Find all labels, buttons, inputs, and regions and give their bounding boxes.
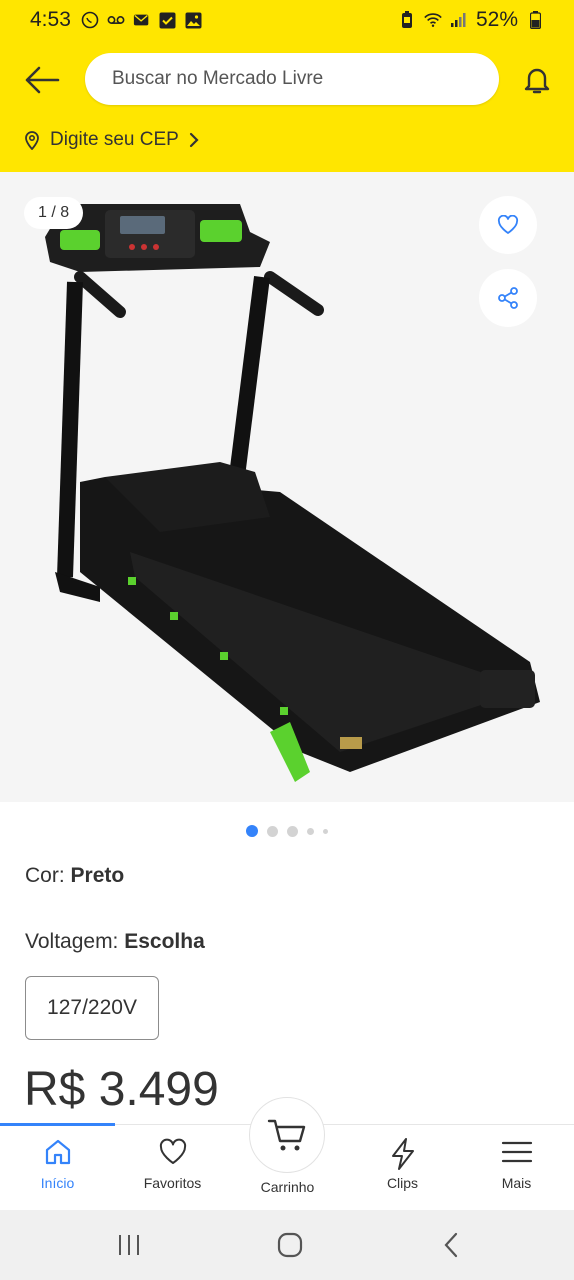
wifi-icon <box>424 12 442 28</box>
battery-icon <box>526 11 544 29</box>
share-button[interactable] <box>479 269 537 327</box>
nav-clips[interactable]: Clips <box>345 1137 460 1191</box>
product-price: R$ 3.499 <box>24 1063 219 1116</box>
cart-icon <box>267 1119 306 1151</box>
product-gallery[interactable]: 1 / 8 <box>0 172 574 802</box>
recent-apps-button[interactable] <box>109 1228 149 1262</box>
nav-favorites-label: Favoritos <box>143 1175 202 1191</box>
home-circle-icon <box>277 1232 303 1258</box>
system-status-icons: 52% <box>398 8 544 32</box>
pagination-dot-active <box>246 825 258 837</box>
search-input[interactable]: Buscar no Mercado Livre <box>85 53 499 105</box>
email-icon <box>133 12 151 28</box>
voicemail-icon <box>107 12 125 28</box>
color-label: Cor: <box>25 864 71 887</box>
gallery-pagination <box>0 825 574 837</box>
search-placeholder: Buscar no Mercado Livre <box>112 68 324 89</box>
notification-icons <box>81 11 203 29</box>
image-counter: 1 / 8 <box>24 197 84 229</box>
location-pin-icon <box>25 131 39 150</box>
voltage-option-button[interactable]: 127/220V <box>25 976 159 1040</box>
home-icon <box>45 1139 70 1165</box>
heart-icon <box>159 1138 186 1164</box>
status-time: 4:53 <box>30 8 71 31</box>
heart-icon <box>497 215 519 234</box>
bell-icon <box>524 68 550 94</box>
nav-cart[interactable] <box>249 1097 325 1173</box>
share-icon <box>498 287 518 309</box>
status-bar: 4:53 52% <box>0 0 574 40</box>
battery-percent: 52% <box>475 8 518 31</box>
color-value: Preto <box>70 864 125 887</box>
gallery-icon <box>185 12 203 28</box>
back-system-button[interactable] <box>431 1228 471 1262</box>
color-attribute: Cor: Preto <box>25 864 124 888</box>
arrow-left-icon <box>25 66 60 94</box>
nav-home-label: Início <box>40 1175 75 1191</box>
nav-more[interactable]: Mais <box>459 1137 574 1191</box>
signal-icon <box>450 12 468 28</box>
voltage-value: Escolha <box>124 930 205 953</box>
checkbox-icon <box>159 12 177 28</box>
menu-icon <box>501 1141 532 1163</box>
bottom-navigation: Início Favoritos Carrinho Clips Mais <box>0 1097 574 1210</box>
treadmill-image <box>45 204 540 782</box>
pagination-dot <box>267 825 278 837</box>
voltage-label: Voltagem: <box>25 930 125 953</box>
pagination-dot <box>287 825 298 837</box>
nav-cart-label: Carrinho <box>260 1179 315 1195</box>
home-button[interactable] <box>270 1228 310 1262</box>
nav-favorites[interactable]: Favoritos <box>115 1137 230 1191</box>
active-tab-indicator <box>0 1123 115 1126</box>
notifications-button[interactable] <box>517 60 557 100</box>
pagination-dot <box>307 827 314 835</box>
nav-clips-label: Clips <box>386 1175 419 1191</box>
chevron-right-icon <box>189 132 199 148</box>
lightning-icon <box>391 1138 414 1170</box>
recent-apps-icon <box>119 1235 139 1255</box>
back-button[interactable] <box>22 60 62 100</box>
voltage-attribute: Voltagem: Escolha <box>25 930 205 954</box>
app-header: Buscar no Mercado Livre Digite seu CEP <box>0 40 574 172</box>
battery-saver-icon <box>398 11 416 28</box>
whatsapp-icon <box>81 11 99 29</box>
nav-more-label: Mais <box>501 1175 532 1191</box>
favorite-button[interactable] <box>479 196 537 254</box>
system-navigation-bar <box>0 1210 574 1280</box>
pagination-dot <box>323 828 328 834</box>
cep-selector[interactable]: Digite seu CEP <box>24 126 199 154</box>
chevron-left-icon <box>444 1232 458 1258</box>
nav-home[interactable]: Início <box>0 1137 115 1191</box>
cep-label: Digite seu CEP <box>50 129 179 150</box>
